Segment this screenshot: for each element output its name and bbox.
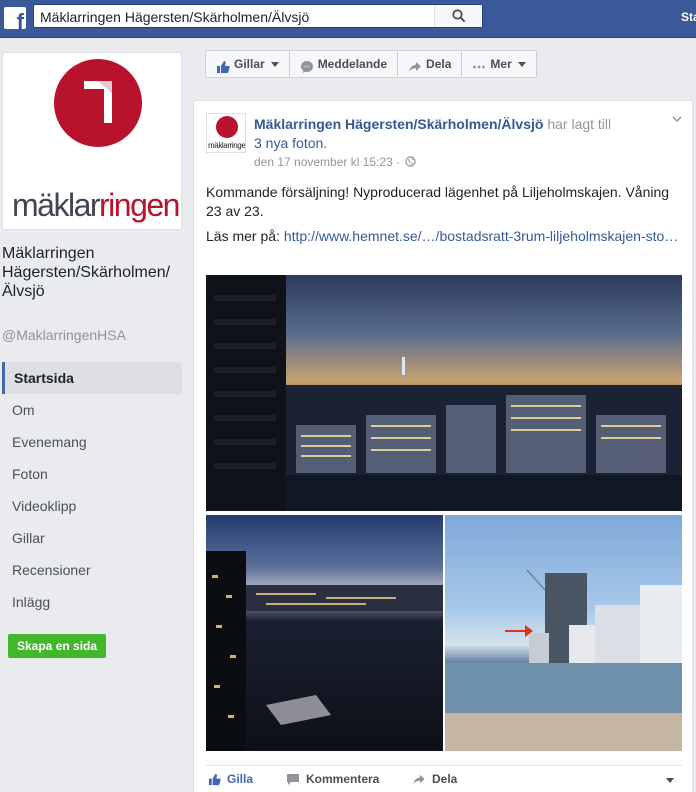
brand-logo-icon (54, 59, 142, 147)
page-title[interactable]: Mäklarringen Hägersten/Skärholmen/Älvsjö (2, 244, 190, 301)
hemnet-link[interactable]: http://www.hemnet.se/…/bostadsratt-3rum-… (284, 228, 678, 244)
post-author-link[interactable]: Mäklarringen Hägersten/Skärholmen/Älvsjö (254, 116, 543, 132)
brand-logo-text: mäklarringen (12, 187, 180, 223)
create-page-button[interactable]: Skapa en sida (8, 634, 107, 658)
nav-item-evenemang[interactable]: Evenemang (2, 426, 182, 458)
page-handle[interactable]: @MaklarringenHSA (2, 327, 126, 343)
post-action-text: har lagt till (547, 116, 612, 132)
post-header: Mäklarringen Hägersten/Skärholmen/Älvsjö… (254, 115, 654, 153)
share-page-label: Dela (426, 57, 452, 71)
share-arrow-icon (408, 57, 422, 72)
post-share-label: Dela (432, 772, 458, 786)
post-options-chevron-icon[interactable] (672, 113, 682, 123)
page-action-bar: Gillar Meddelande Dela Mer (205, 50, 537, 78)
timestamp-text: den 17 november kl 15:23 · (254, 155, 401, 169)
read-more-label: Läs mer på: (206, 228, 280, 244)
comment-icon (287, 773, 299, 785)
post-timestamp[interactable]: den 17 november kl 15:23 · (254, 155, 417, 169)
post-like-button[interactable]: Gilla (208, 772, 253, 786)
post-read-more: Läs mer på: http://www.hemnet.se/…/bosta… (206, 227, 682, 246)
like-page-button[interactable]: Gillar (206, 51, 290, 77)
nav-item-foton[interactable]: Foton (2, 458, 182, 490)
nav-item-videoklipp[interactable]: Videoklipp (2, 490, 182, 522)
nav-item-om[interactable]: Om (2, 394, 182, 426)
topbar-start-link[interactable]: Star (681, 10, 696, 24)
nav-item-gillar[interactable]: Gillar (2, 522, 182, 554)
nav-item-startsida[interactable]: Startsida (2, 362, 182, 394)
share-arrow-icon (413, 774, 425, 784)
thumbs-up-icon (208, 773, 221, 785)
share-page-button[interactable]: Dela (398, 51, 463, 77)
post-comment-label: Kommentera (306, 772, 380, 786)
brand-logo-icon (216, 116, 238, 138)
chevron-down-icon[interactable] (666, 778, 674, 783)
new-photos-link[interactable]: 3 nya foton. (254, 135, 327, 151)
post-comment-button[interactable]: Kommentera (286, 772, 379, 786)
facebook-logo-icon[interactable]: f (4, 7, 26, 29)
post-photo-bottom-left[interactable] (206, 515, 443, 751)
nav-item-recensioner[interactable]: Recensioner (2, 554, 182, 586)
search-button[interactable] (434, 5, 482, 27)
search-value[interactable]: Mäklarringen Hägersten/Skärholmen/Älvsjö (40, 9, 309, 25)
thumbs-up-icon (216, 57, 230, 73)
left-nav: Startsida Om Evenemang Foton Videoklipp … (2, 362, 182, 618)
post-like-label: Gilla (227, 772, 254, 786)
post-photo-main[interactable] (206, 275, 682, 511)
chevron-down-icon (517, 61, 526, 67)
post-card: mäklarringen Mäklarringen Hägersten/Skär… (193, 100, 693, 792)
avatar-logo-text: mäklarringen (208, 141, 246, 150)
post-avatar[interactable]: mäklarringen (206, 113, 246, 153)
post-photo-bottom-right[interactable] (445, 515, 682, 751)
chevron-down-icon (270, 61, 279, 67)
like-page-label: Gillar (234, 57, 265, 71)
message-label: Meddelande (317, 57, 388, 71)
top-bar: f Mäklarringen Hägersten/Skärholmen/Älvs… (0, 0, 696, 38)
search-icon (452, 9, 466, 23)
post-share-button[interactable]: Dela (412, 772, 457, 786)
messenger-icon (300, 57, 314, 73)
profile-picture[interactable]: mäklarringen (2, 52, 182, 230)
post-text: Kommande försäljning! Nyproducerad lägen… (206, 184, 670, 219)
search-input[interactable]: Mäklarringen Hägersten/Skärholmen/Älvsjö (33, 4, 483, 28)
message-button[interactable]: Meddelande (290, 51, 399, 77)
nav-item-inlagg[interactable]: Inlägg (2, 586, 182, 618)
globe-icon (405, 156, 417, 167)
more-dots-icon (472, 57, 486, 71)
more-button[interactable]: Mer (462, 51, 535, 77)
more-label: Mer (490, 57, 512, 71)
post-footer: Gilla Kommentera Dela (206, 765, 682, 792)
